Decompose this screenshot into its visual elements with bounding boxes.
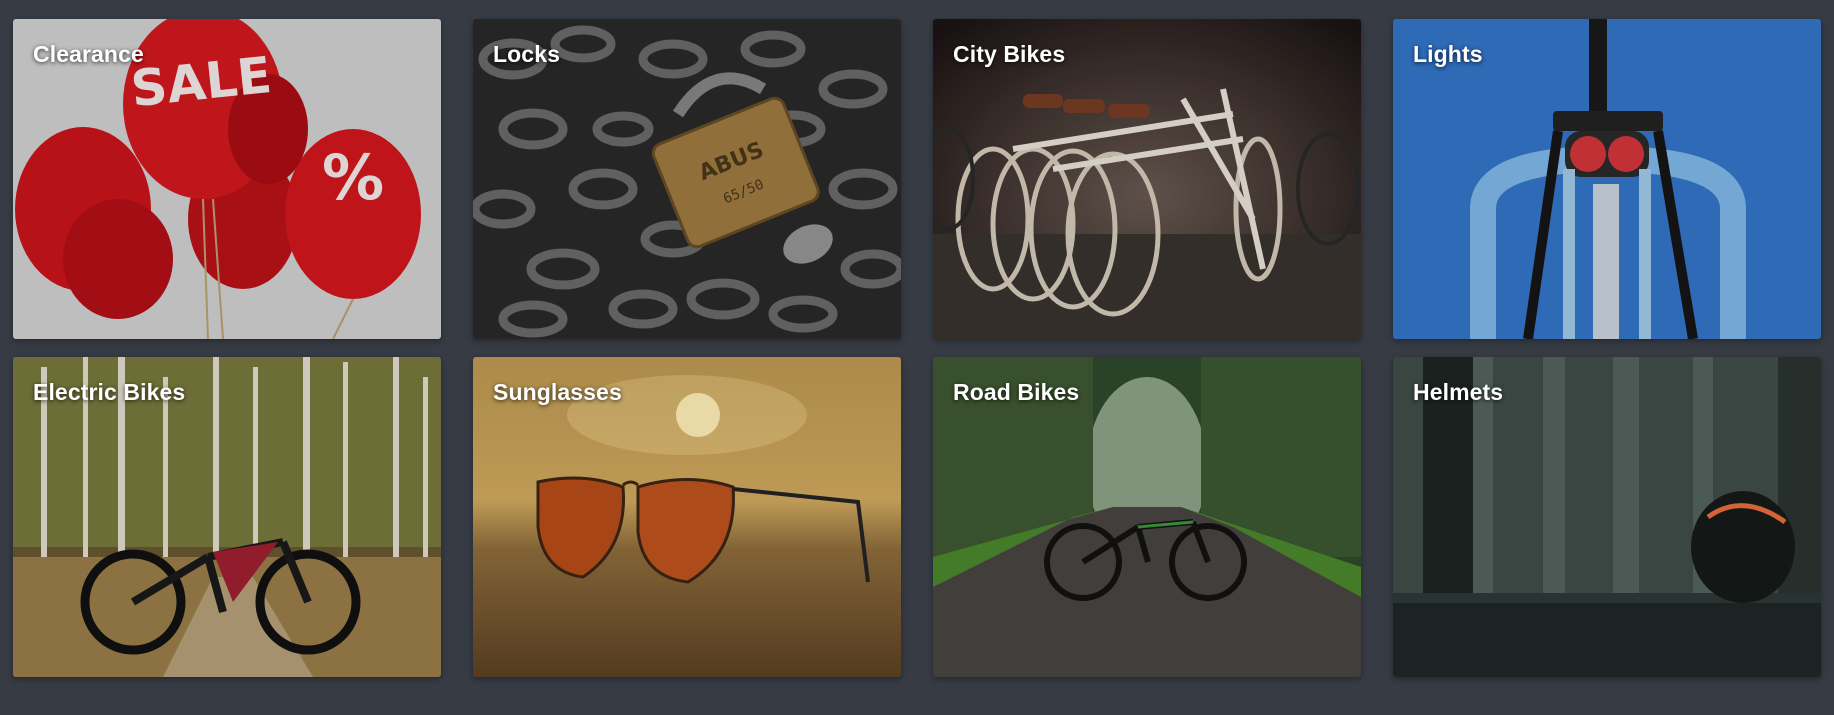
- category-card-city-bikes[interactable]: City Bikes: [933, 19, 1361, 339]
- category-card-sunglasses[interactable]: Sunglasses: [473, 357, 901, 677]
- category-card-helmets[interactable]: Helmets: [1393, 357, 1821, 677]
- category-label: Sunglasses: [493, 379, 622, 405]
- category-label: Electric Bikes: [33, 379, 186, 405]
- category-label: Road Bikes: [953, 379, 1080, 405]
- category-card-locks[interactable]: ABUS 65/50 Locks: [473, 19, 901, 339]
- category-card-road-bikes[interactable]: Road Bikes: [933, 357, 1361, 677]
- category-card-clearance[interactable]: SALE % Clearance: [13, 19, 441, 339]
- category-label: Clearance: [33, 41, 144, 67]
- category-label: City Bikes: [953, 41, 1066, 67]
- category-card-electric-bikes[interactable]: Electric Bikes: [13, 357, 441, 677]
- category-label: Locks: [493, 41, 560, 67]
- category-card-lights[interactable]: Lights: [1393, 19, 1821, 339]
- category-label: Helmets: [1413, 379, 1504, 405]
- category-grid: SALE % Clearance: [0, 0, 1834, 715]
- category-label: Lights: [1413, 41, 1483, 67]
